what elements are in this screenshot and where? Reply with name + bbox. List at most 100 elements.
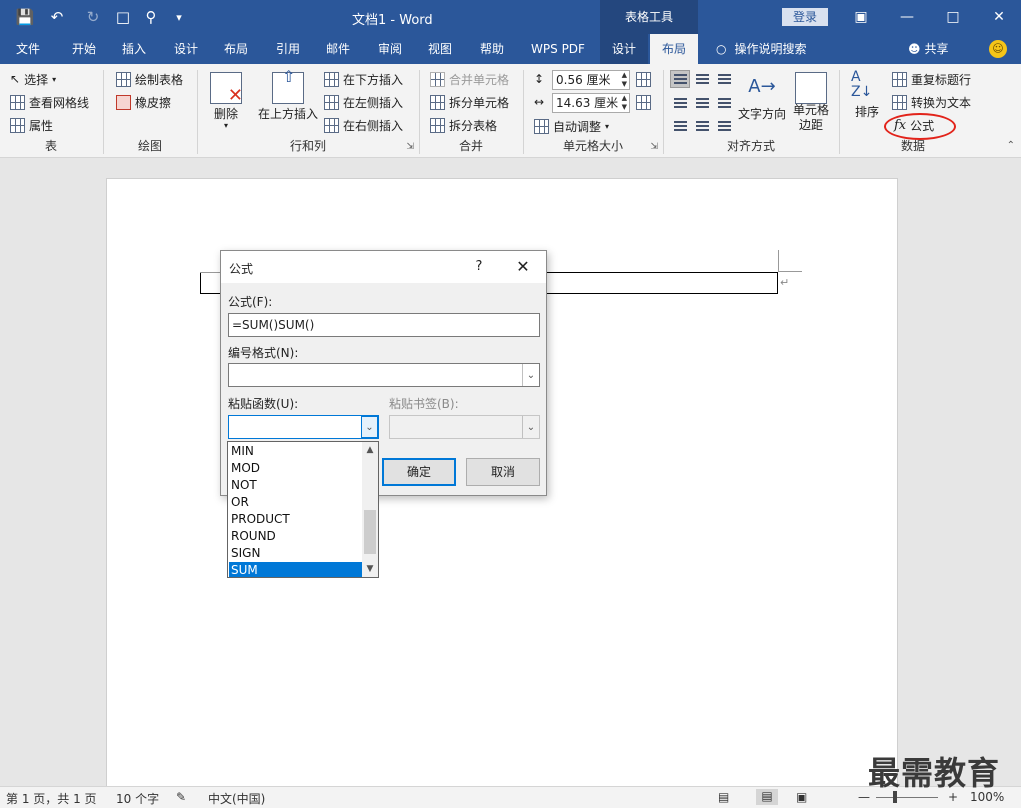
distribute-rows-icon[interactable] xyxy=(636,72,651,87)
dialog-title-bar[interactable]: 公式 ? ✕ xyxy=(221,251,546,283)
help-search[interactable]: ○ 操作说明搜索 xyxy=(716,34,807,64)
help-icon[interactable]: ? xyxy=(469,257,489,277)
scroll-up-icon[interactable]: ▲ xyxy=(362,442,378,458)
column-width-input[interactable]: 14.63 厘米 ▲ ▼ xyxy=(552,93,630,113)
share-button[interactable]: ☻ 共享 xyxy=(908,34,949,64)
chevron-down-icon[interactable]: ⌄ xyxy=(522,416,539,438)
repeat-header-rows-button[interactable]: 重复标题行 xyxy=(892,68,971,90)
login-button[interactable]: 登录 xyxy=(782,8,828,26)
autofit-button[interactable]: 自动调整 ▾ xyxy=(534,115,609,137)
tab-layout[interactable]: 布局 xyxy=(214,34,258,64)
save-icon[interactable]: 💾 xyxy=(14,6,36,28)
align-middle-right-button[interactable] xyxy=(714,94,734,112)
dialog-launcher-icon[interactable]: ⇲ xyxy=(650,142,658,152)
chevron-down-icon[interactable]: ⌄ xyxy=(522,364,539,386)
view-gridlines-button[interactable]: 查看网格线 xyxy=(10,91,89,113)
ribbon-display-options-icon[interactable]: ▣ xyxy=(838,0,884,34)
align-top-center-button[interactable] xyxy=(692,70,712,88)
tab-help[interactable]: 帮助 xyxy=(470,34,514,64)
chevron-down-icon[interactable]: ⌄ xyxy=(361,416,378,438)
close-window-icon[interactable]: ✕ xyxy=(976,0,1021,34)
convert-to-text-button[interactable]: 转换为文本 xyxy=(892,91,971,113)
formula-input[interactable]: =SUM()SUM() xyxy=(228,313,540,337)
align-middle-left-button[interactable] xyxy=(670,94,690,112)
collapse-ribbon-icon[interactable]: ⌃ xyxy=(1007,140,1015,151)
cell-margins-button[interactable]: 单元格 边距 xyxy=(788,72,834,133)
spinner-arrows-icon[interactable]: ▲ ▼ xyxy=(622,94,627,112)
text-direction-button[interactable]: A→ 文字方向 xyxy=(736,72,788,122)
list-scrollbar[interactable]: ▲ ▼ xyxy=(362,442,378,577)
zoom-slider[interactable] xyxy=(876,797,938,798)
distribute-columns-icon[interactable] xyxy=(636,95,651,110)
split-cells-button[interactable]: 拆分单元格 xyxy=(430,91,509,113)
spinner-arrows-icon[interactable]: ▲ ▼ xyxy=(622,71,627,89)
eraser-button[interactable]: 橡皮擦 xyxy=(116,91,171,113)
list-item[interactable]: ROUND xyxy=(229,528,362,545)
sort-button[interactable]: A Z↓ 排序 xyxy=(850,70,884,120)
sort-label: 排序 xyxy=(854,105,879,119)
tab-mailings[interactable]: 邮件 xyxy=(316,34,360,64)
tab-file[interactable]: 文件 xyxy=(6,34,50,64)
align-top-left-button[interactable] xyxy=(670,70,690,88)
tab-design[interactable]: 设计 xyxy=(164,34,208,64)
paste-bookmark-select[interactable]: ⌄ xyxy=(389,415,540,439)
ok-button[interactable]: 确定 xyxy=(382,458,456,486)
search-icon[interactable]: ⚲ xyxy=(140,6,162,28)
properties-button[interactable]: 属性 xyxy=(10,114,53,136)
minimize-icon[interactable]: — xyxy=(884,0,930,34)
align-bottom-center-button[interactable] xyxy=(692,117,712,135)
tab-view[interactable]: 视图 xyxy=(418,34,462,64)
list-item[interactable]: MIN xyxy=(229,443,362,460)
customize-toolbar-icon[interactable]: ▾ xyxy=(168,6,190,28)
read-mode-icon[interactable]: ▤ xyxy=(718,790,729,804)
split-table-button[interactable]: 拆分表格 xyxy=(430,114,497,136)
dialog-launcher-icon[interactable]: ⇲ xyxy=(406,142,414,152)
function-dropdown-list[interactable]: MIN MOD NOT OR PRODUCT ROUND SIGN SUM ▲ … xyxy=(227,441,379,578)
insert-below-button[interactable]: 在下方插入 xyxy=(324,68,403,90)
draw-table-button[interactable]: 绘制表格 xyxy=(116,68,183,90)
delete-button[interactable]: ✕ 删除 ▾ xyxy=(206,72,246,130)
list-item-selected[interactable]: SUM xyxy=(229,562,362,577)
list-item[interactable]: OR xyxy=(229,494,362,511)
redo-icon[interactable]: ↻ xyxy=(82,6,104,28)
list-item[interactable]: MOD xyxy=(229,460,362,477)
align-middle-center-button[interactable] xyxy=(692,94,712,112)
scrollbar-thumb[interactable] xyxy=(364,510,376,554)
select-button[interactable]: ↖ 选择 ▾ xyxy=(10,68,56,90)
close-icon[interactable]: ✕ xyxy=(511,257,535,277)
align-top-right-button[interactable] xyxy=(714,70,734,88)
print-layout-icon[interactable]: ▤ xyxy=(756,789,778,805)
number-format-select[interactable]: ⌄ xyxy=(228,363,540,387)
tab-table-design[interactable]: 设计 xyxy=(600,34,648,64)
insert-right-button[interactable]: 在右侧插入 xyxy=(324,114,403,136)
paste-function-select[interactable]: ⌄ xyxy=(228,415,379,439)
list-item[interactable]: NOT xyxy=(229,477,362,494)
merge-cells-button[interactable]: 合并单元格 xyxy=(430,68,509,90)
scroll-down-icon[interactable]: ▼ xyxy=(362,561,378,577)
align-bottom-left-button[interactable] xyxy=(670,117,690,135)
insert-left-button[interactable]: 在左侧插入 xyxy=(324,91,403,113)
proofing-icon[interactable]: ✎ xyxy=(176,790,186,804)
cancel-button[interactable]: 取消 xyxy=(466,458,540,486)
row-height-input[interactable]: 0.56 厘米 ▲ ▼ xyxy=(552,70,630,90)
maximize-icon[interactable]: □ xyxy=(930,0,976,34)
list-item[interactable]: SIGN xyxy=(229,545,362,562)
tab-insert[interactable]: 插入 xyxy=(112,34,156,64)
tab-table-layout[interactable]: 布局 xyxy=(650,34,698,64)
new-document-icon[interactable]: □ xyxy=(112,6,134,28)
list-item[interactable]: PRODUCT xyxy=(229,511,362,528)
web-layout-icon[interactable]: ▣ xyxy=(796,790,807,804)
word-count[interactable]: 10 个字 xyxy=(116,790,159,807)
align-bottom-right-button[interactable] xyxy=(714,117,734,135)
tab-references[interactable]: 引用 xyxy=(266,34,310,64)
undo-icon[interactable]: ↶ xyxy=(46,6,68,28)
tab-review[interactable]: 审阅 xyxy=(368,34,412,64)
tab-wps-pdf[interactable]: WPS PDF xyxy=(524,34,592,64)
tab-home[interactable]: 开始 xyxy=(62,34,106,64)
language[interactable]: 中文(中国) xyxy=(208,790,265,807)
insert-above-button[interactable]: ⇧ 在上方插入 xyxy=(256,69,320,122)
feedback-smiley-icon[interactable]: ☺ xyxy=(989,40,1007,58)
page-count[interactable]: 第 1 页，共 1 页 xyxy=(6,790,97,807)
delete-label: 删除 xyxy=(213,107,238,121)
align-icon xyxy=(673,74,687,84)
